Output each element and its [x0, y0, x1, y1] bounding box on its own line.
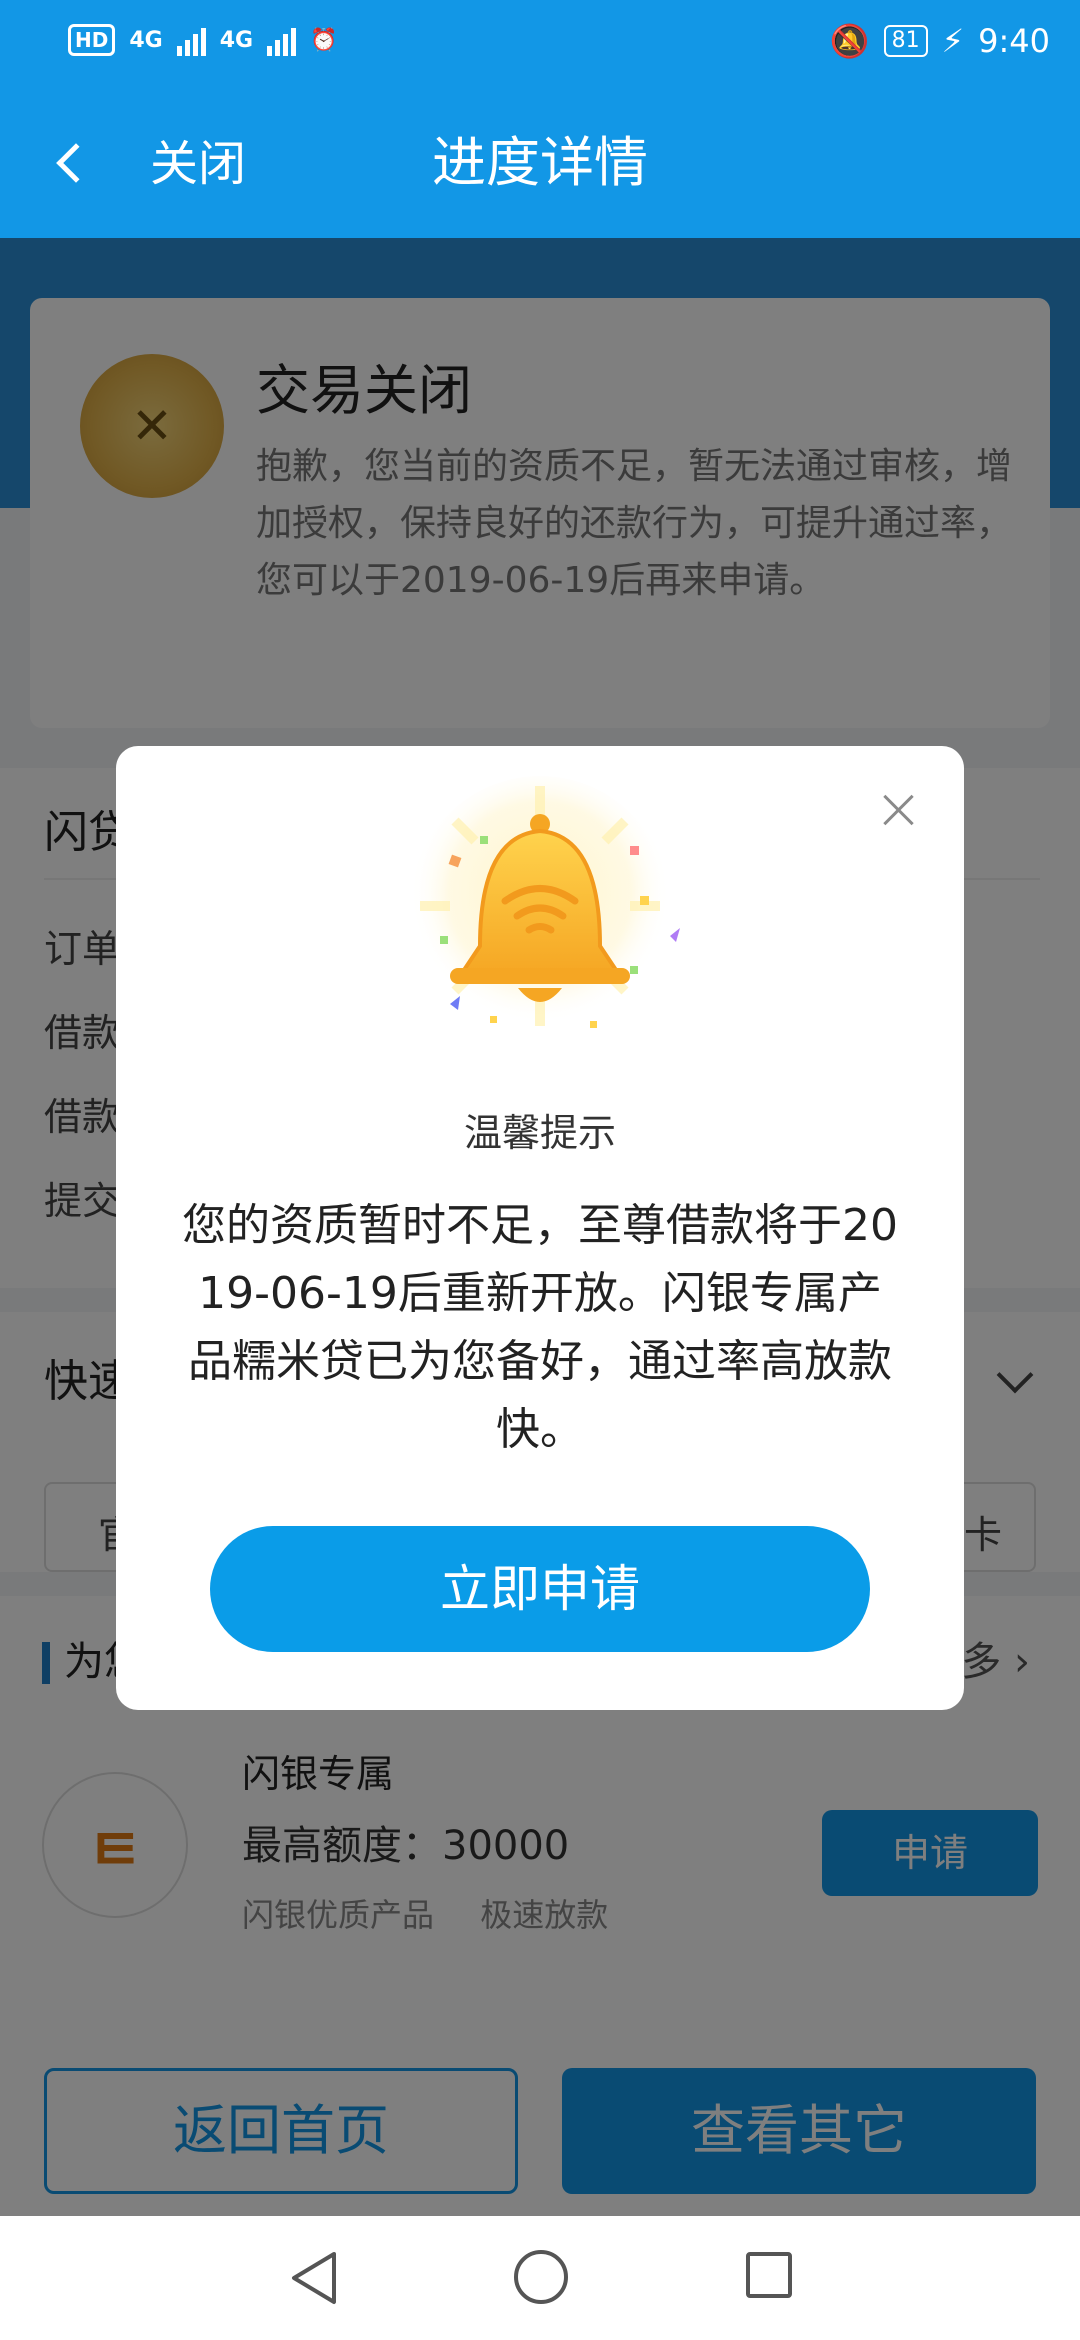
hd-icon: HD — [68, 24, 116, 56]
apply-now-button[interactable]: 立即申请 — [210, 1526, 870, 1652]
bell-icon — [410, 776, 680, 1036]
page-title: 进度详情 — [432, 131, 648, 194]
signal-icon — [176, 24, 206, 56]
close-icon[interactable] — [876, 788, 920, 832]
network-label-2: 4G — [219, 27, 254, 53]
app-header: 关闭 进度详情 — [0, 90, 1080, 238]
clock: 9:40 — [978, 22, 1050, 60]
charging-icon: ⚡ — [941, 22, 965, 60]
dialog-title: 温馨提示 — [463, 1111, 616, 1155]
tip-dialog: 温馨提示 您的资质暂时不足，至尊借款将于2019-06-19后重新开放。闪银专属… — [116, 746, 964, 1710]
system-nav-bar — [0, 2216, 1080, 2340]
status-icons-right: 🔕 81 ⚡ 9:40 — [830, 22, 1050, 60]
mute-notification-icon: 🔕 — [829, 22, 870, 60]
status-icons-left: HD 4G 4G ⏰ — [68, 24, 338, 56]
signal-icon-2 — [267, 24, 297, 56]
nav-home-icon[interactable] — [514, 2250, 568, 2304]
network-label-1: 4G — [129, 27, 163, 53]
dialog-message: 您的资质暂时不足，至尊借款将于2019-06-19后重新开放。闪银专属产品糯米贷… — [182, 1200, 898, 1455]
nav-recents-icon[interactable] — [746, 2252, 792, 2298]
alarm-icon: ⏰ — [310, 27, 338, 53]
nav-back-icon[interactable] — [284, 2248, 344, 2308]
battery-icon: 81 — [883, 25, 928, 57]
status-bar: HD 4G 4G ⏰ 🔕 81 ⚡ 9:40 — [0, 0, 1080, 90]
